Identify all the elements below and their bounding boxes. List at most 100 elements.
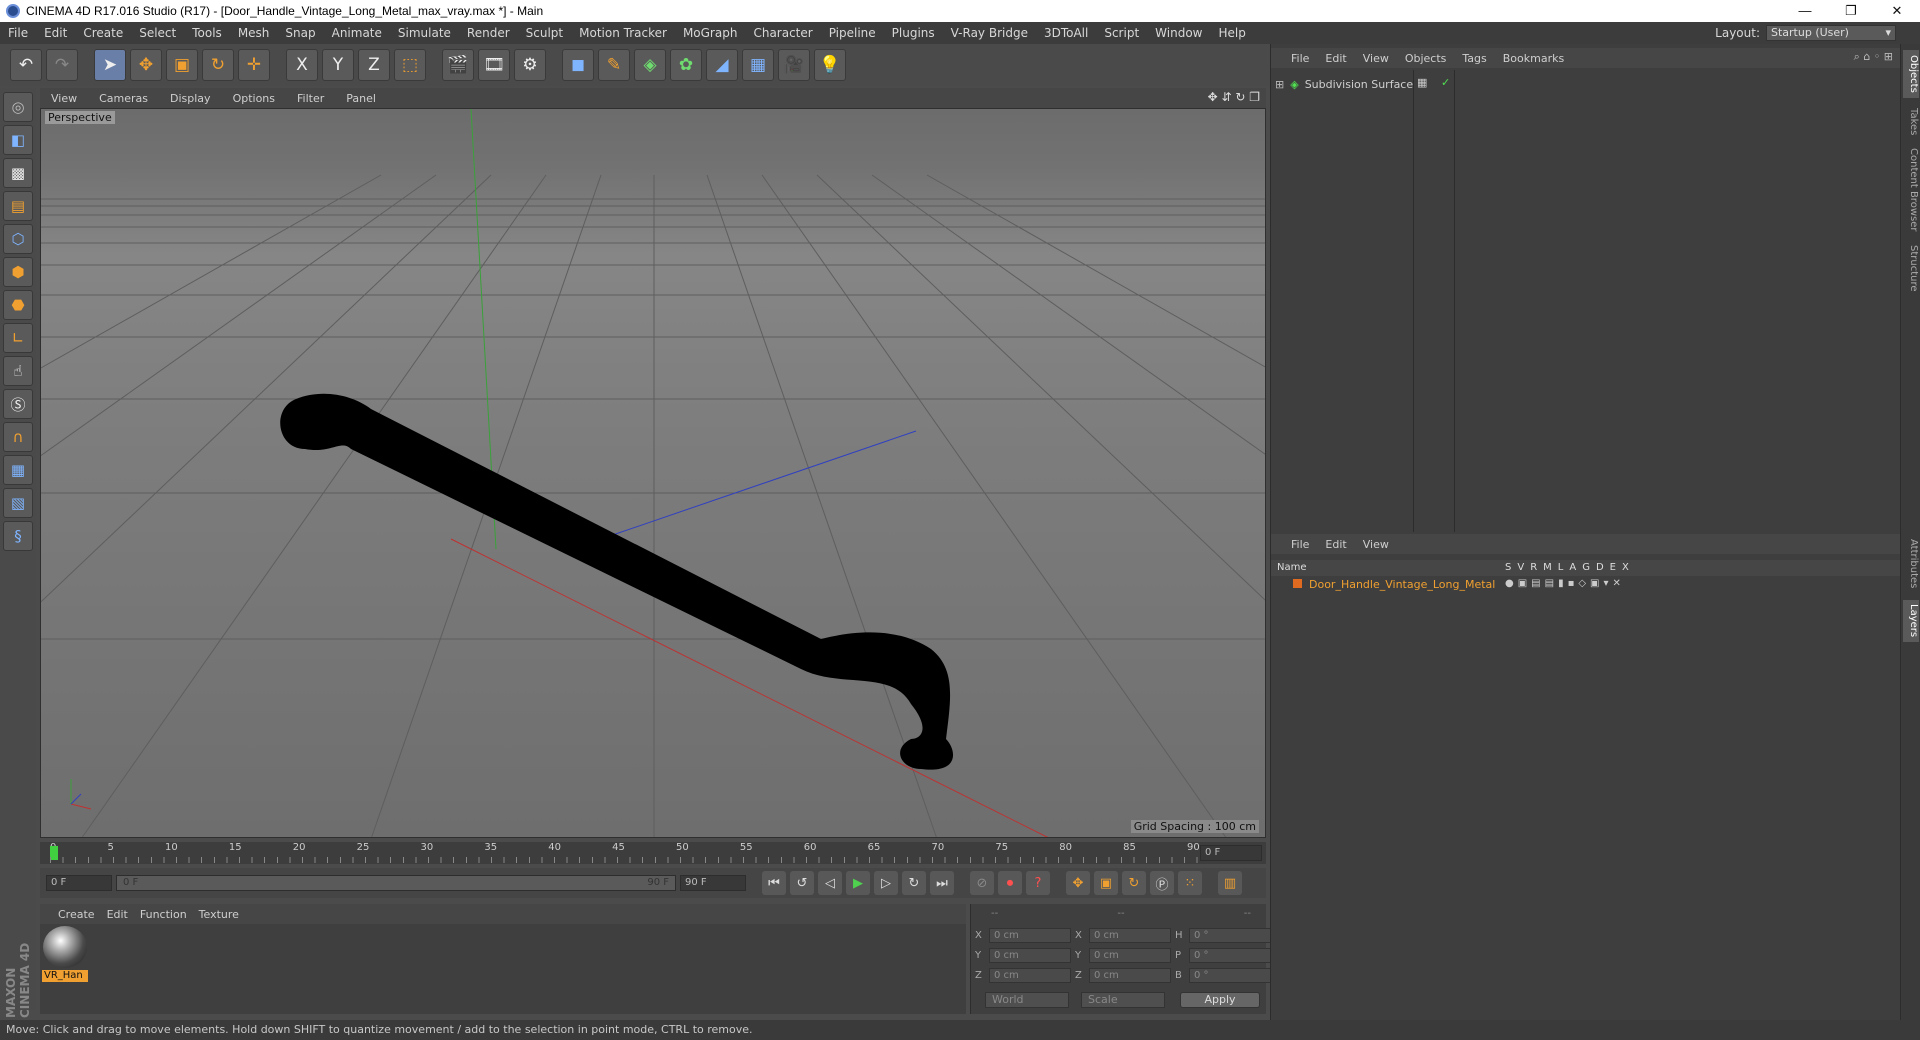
- key-parameter-icon[interactable]: Ⓟ: [1150, 871, 1174, 895]
- render-view-icon[interactable]: 🎬: [442, 49, 474, 81]
- move-icon[interactable]: ✥: [130, 49, 162, 81]
- menu-simulate[interactable]: Simulate: [390, 26, 459, 40]
- enabled-check-icon[interactable]: ✓: [1441, 76, 1450, 89]
- expand-icon[interactable]: ⊞: [1275, 78, 1284, 91]
- rotation-b-field[interactable]: 0 °: [1189, 968, 1271, 983]
- layer-col-deformers[interactable]: D: [1596, 562, 1604, 573]
- tab-attributes[interactable]: Attributes: [1903, 534, 1919, 594]
- layer-row[interactable]: Door_Handle_Vintage_Long_Metal ●▣▤▤▮▪◇▣▾…: [1271, 578, 1901, 594]
- frame-range-slider[interactable]: 0 F 90 F: [116, 875, 676, 891]
- layer-col-generators[interactable]: G: [1582, 562, 1590, 573]
- menu-edit[interactable]: Edit: [36, 26, 75, 40]
- menu-character[interactable]: Character: [745, 26, 820, 40]
- go-to-start-icon[interactable]: ⏮: [762, 871, 786, 895]
- material-menu-function[interactable]: Function: [134, 908, 193, 921]
- magnet-icon[interactable]: ∩: [3, 422, 33, 452]
- material-menu-create[interactable]: Create: [40, 908, 101, 921]
- live-selection-icon[interactable]: ✛: [238, 49, 270, 81]
- camera-icon[interactable]: 🎥: [778, 49, 810, 81]
- menu-plugins[interactable]: Plugins: [884, 26, 943, 40]
- viewport-menu-cameras[interactable]: Cameras: [88, 92, 159, 105]
- layer-col-solo[interactable]: S: [1505, 562, 1511, 573]
- record-disabled-icon[interactable]: ⊘: [970, 871, 994, 895]
- objects-search-icon[interactable]: ⌕ ⌂ ◦ ⊞: [1854, 50, 1893, 64]
- objects-menu-file[interactable]: File: [1283, 52, 1317, 65]
- viewport-menu-view[interactable]: View: [40, 92, 88, 105]
- layer-col-expressions[interactable]: E: [1610, 562, 1616, 573]
- tab-structure[interactable]: Structure: [1903, 242, 1919, 294]
- size-x-field[interactable]: 0 cm: [1089, 928, 1171, 943]
- material-menu-texture[interactable]: Texture: [193, 908, 245, 921]
- tab-objects[interactable]: Objects: [1903, 50, 1919, 98]
- select-arrow-icon[interactable]: ➤: [94, 49, 126, 81]
- autokeying-icon[interactable]: ?: [1026, 871, 1050, 895]
- axis-mode-icon[interactable]: ∟: [3, 323, 33, 353]
- subdivision-icon[interactable]: ◈: [634, 49, 666, 81]
- objects-menu-tags[interactable]: Tags: [1454, 52, 1494, 65]
- menu-select[interactable]: Select: [131, 26, 184, 40]
- grid-lock-icon[interactable]: ▦: [3, 455, 33, 485]
- menu-sculpt[interactable]: Sculpt: [518, 26, 571, 40]
- x-axis-icon[interactable]: X: [286, 49, 318, 81]
- floor-icon[interactable]: ▦: [742, 49, 774, 81]
- viewport-menu-panel[interactable]: Panel: [335, 92, 387, 105]
- viewport-menu-options[interactable]: Options: [222, 92, 286, 105]
- menu-tools[interactable]: Tools: [184, 26, 230, 40]
- render-settings-icon[interactable]: ⚙: [514, 49, 546, 81]
- layers-menu-file[interactable]: File: [1283, 538, 1317, 551]
- viewport-menu-filter[interactable]: Filter: [286, 92, 335, 105]
- rotate-icon[interactable]: ↻: [202, 49, 234, 81]
- previous-frame-icon[interactable]: ◁: [818, 871, 842, 895]
- undo-icon[interactable]: ↶: [10, 49, 42, 81]
- coordinate-mode-select[interactable]: Scale: [1081, 992, 1165, 1008]
- menu-vray-bridge[interactable]: V-Ray Bridge: [943, 26, 1036, 40]
- menu-create[interactable]: Create: [75, 26, 131, 40]
- next-key-icon[interactable]: ↻: [902, 871, 926, 895]
- edges-mode-icon[interactable]: ⬢: [3, 257, 33, 287]
- layer-col-locked[interactable]: L: [1558, 562, 1564, 573]
- menu-motion-tracker[interactable]: Motion Tracker: [571, 26, 675, 40]
- close-button[interactable]: ✕: [1874, 0, 1920, 22]
- model-mode-icon[interactable]: ◧: [3, 125, 33, 155]
- perspective-viewport[interactable]: Perspective Grid Spacing : 100 cm: [40, 108, 1266, 838]
- apply-button[interactable]: Apply: [1180, 992, 1260, 1008]
- size-z-field[interactable]: 0 cm: [1089, 968, 1171, 983]
- menu-mesh[interactable]: Mesh: [230, 26, 278, 40]
- go-to-end-icon[interactable]: ⏭: [930, 871, 954, 895]
- redo-icon[interactable]: ↷: [46, 49, 78, 81]
- light-icon[interactable]: 💡: [814, 49, 846, 81]
- record-active-objects-icon[interactable]: ⏺: [998, 871, 1022, 895]
- minimize-button[interactable]: —: [1782, 0, 1828, 22]
- polygons-mode-icon[interactable]: ⬣: [3, 290, 33, 320]
- position-x-field[interactable]: 0 cm: [989, 928, 1071, 943]
- layer-col-xref[interactable]: X: [1622, 562, 1629, 573]
- menu-render[interactable]: Render: [459, 26, 518, 40]
- menu-pipeline[interactable]: Pipeline: [821, 26, 884, 40]
- objects-menu-bookmarks[interactable]: Bookmarks: [1495, 52, 1572, 65]
- texture-mode-icon[interactable]: ▩: [3, 158, 33, 188]
- cloner-icon[interactable]: ✿: [670, 49, 702, 81]
- timeline-window-icon[interactable]: ▥: [1218, 871, 1242, 895]
- tab-takes[interactable]: Takes: [1903, 104, 1919, 140]
- material-menu-edit[interactable]: Edit: [101, 908, 134, 921]
- menu-animate[interactable]: Animate: [324, 26, 390, 40]
- key-scale-icon[interactable]: ▣: [1094, 871, 1118, 895]
- key-position-icon[interactable]: ✥: [1066, 871, 1090, 895]
- tweak-mode-icon[interactable]: ☝: [3, 356, 33, 386]
- python-icon[interactable]: §: [3, 521, 33, 551]
- objects-menu-view[interactable]: View: [1355, 52, 1397, 65]
- coordinate-space-select[interactable]: World: [985, 992, 1069, 1008]
- door-handle-model[interactable]: [280, 393, 954, 770]
- workplane-lock-icon[interactable]: ▧: [3, 488, 33, 518]
- layer-col-animation[interactable]: A: [1569, 562, 1576, 573]
- viewport-nav-icons[interactable]: ✥ ⇵ ↻ ❐: [1208, 90, 1260, 104]
- viewport-menu-display[interactable]: Display: [159, 92, 222, 105]
- menu-mograph[interactable]: MoGraph: [675, 26, 746, 40]
- menu-snap[interactable]: Snap: [277, 26, 323, 40]
- objects-menu-objects[interactable]: Objects: [1397, 52, 1455, 65]
- position-y-field[interactable]: 0 cm: [989, 948, 1071, 963]
- current-frame-field[interactable]: 0 F: [1200, 845, 1262, 861]
- deformer-icon[interactable]: ◢: [706, 49, 738, 81]
- render-picture-viewer-icon[interactable]: 🎞: [478, 49, 510, 81]
- layer-col-manager[interactable]: M: [1543, 562, 1552, 573]
